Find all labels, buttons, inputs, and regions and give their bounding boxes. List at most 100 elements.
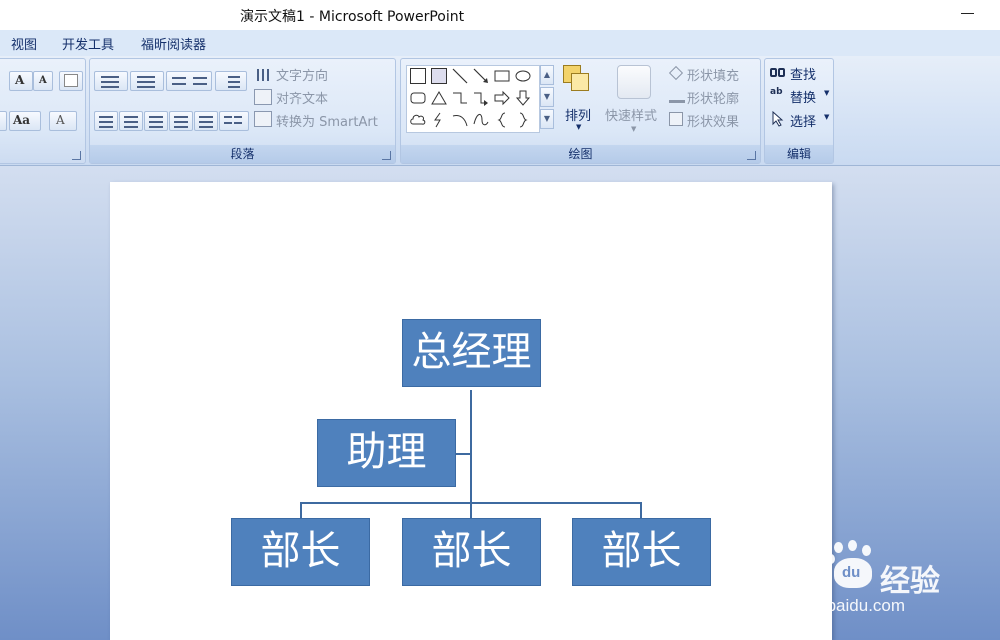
minimize-button[interactable]: [958, 4, 978, 24]
down-arrow-icon[interactable]: [515, 90, 531, 106]
gallery-scroll-down[interactable]: ▼: [540, 87, 554, 107]
tab-developer[interactable]: 开发工具: [62, 34, 114, 53]
clear-format-button[interactable]: [59, 71, 83, 91]
eraser-icon: [64, 74, 78, 87]
text-direction-icon: [254, 67, 274, 83]
org-connector-horizontal: [300, 502, 642, 504]
tab-foxit-reader[interactable]: 福昕阅读器: [141, 34, 206, 53]
ribbon: A A Aa A 文字方向 对齐文本 转换为 SmartArt 段落 ▲ ▼ ▼…: [0, 56, 1000, 166]
org-box-general-manager[interactable]: 总经理: [402, 319, 541, 387]
right-brace-icon[interactable]: [515, 112, 531, 128]
elbow-connector-icon[interactable]: [452, 90, 468, 106]
triangle-icon[interactable]: [431, 90, 447, 106]
paw-icon: du: [826, 540, 878, 592]
grow-font-label: A: [15, 73, 25, 87]
convert-smartart-button[interactable]: 转换为 SmartArt: [276, 111, 378, 130]
paragraph-dialog-launcher[interactable]: [382, 151, 391, 160]
arrange-dropdown-arrow: ▼: [576, 123, 582, 131]
watermark-brand-du: du: [842, 564, 861, 581]
align-text-icon: [254, 89, 272, 105]
org-connector-drop-left: [300, 502, 302, 518]
quick-styles-icon: [617, 65, 651, 99]
shape-effects-icon: [669, 112, 683, 126]
change-case-button[interactable]: Aa: [9, 111, 41, 131]
gallery-more[interactable]: ▼: [540, 109, 554, 129]
watermark-brand-latin: Bai: [764, 556, 817, 594]
slide-canvas[interactable]: 总经理 助理 部长 部长 部长: [110, 182, 832, 640]
org-connector-drop-right: [640, 502, 642, 518]
drawing-dialog-launcher[interactable]: [747, 151, 756, 160]
line-icon[interactable]: [452, 68, 468, 84]
columns-button[interactable]: [219, 111, 249, 131]
paint-bucket-icon: [668, 65, 685, 81]
org-box-manager[interactable]: 部长: [572, 518, 711, 586]
left-brace-icon[interactable]: [494, 112, 510, 128]
curve-icon[interactable]: [473, 112, 489, 128]
cursor-icon: [772, 111, 784, 127]
arc-icon[interactable]: [452, 112, 468, 128]
shrink-font-button[interactable]: A: [33, 71, 53, 91]
justify-button[interactable]: [169, 111, 193, 131]
org-box-manager[interactable]: 部长: [231, 518, 370, 586]
shape-effects-button[interactable]: 形状效果: [687, 111, 739, 130]
align-center-button[interactable]: [119, 111, 143, 131]
font-dialog-launcher[interactable]: [72, 151, 81, 160]
font-group: A A Aa A: [0, 58, 86, 164]
rectangle-icon[interactable]: [494, 68, 510, 84]
quick-styles-label: 快速样式: [605, 109, 658, 124]
align-left-button[interactable]: [94, 111, 118, 131]
arrange-label: 排列: [565, 109, 592, 124]
elbow-arrow-connector-icon[interactable]: [473, 90, 489, 106]
org-box-assistant[interactable]: 助理: [317, 419, 456, 487]
bullets-button[interactable]: [94, 71, 128, 91]
shrink-font-label: A: [39, 75, 47, 86]
font-color-label: A: [56, 113, 65, 127]
oval-icon[interactable]: [515, 68, 531, 84]
smartart-icon: [254, 111, 272, 127]
find-button[interactable]: 查找: [790, 64, 816, 83]
change-case-label: Aa: [13, 113, 31, 127]
arrow-line-icon[interactable]: [473, 68, 489, 84]
align-text-button[interactable]: 对齐文本: [276, 88, 328, 107]
line-spacing-button[interactable]: [215, 71, 247, 91]
shape-outline-button[interactable]: 形状轮廓: [687, 88, 739, 107]
rounded-rectangle-icon[interactable]: [410, 90, 426, 106]
cloud-callout-icon[interactable]: [410, 112, 426, 128]
grow-font-button[interactable]: A: [9, 71, 33, 91]
quick-styles-button[interactable]: 快速样式 ▼: [603, 63, 665, 137]
shapes-gallery: [406, 65, 540, 133]
watermark-brand-cn: 经验: [880, 564, 940, 599]
lightning-icon[interactable]: [431, 112, 447, 128]
editing-group-label: 编辑: [765, 145, 833, 163]
title-bar: 演示文稿1 - Microsoft PowerPoint: [0, 0, 1000, 30]
text-direction-button[interactable]: 文字方向: [276, 65, 328, 84]
font-color-button[interactable]: A: [49, 111, 77, 131]
select-button[interactable]: 选择: [790, 111, 816, 130]
drawing-group: ▲ ▼ ▼ 排列 ▼ 快速样式 ▼ 形状填充 形状轮廓 形状效果 绘图: [400, 58, 761, 164]
text-box-icon[interactable]: [410, 68, 426, 84]
indent-buttons[interactable]: [166, 71, 212, 91]
drawing-group-label: 绘图: [401, 145, 760, 163]
ribbon-tabs: 视图 开发工具 福昕阅读器: [0, 30, 1000, 56]
right-arrow-icon[interactable]: [494, 90, 510, 106]
editing-group: 查找 ab 替换 ▼ 选择 ▼ 编辑: [764, 58, 834, 164]
binoculars-icon: [770, 65, 786, 79]
org-connector-assistant: [456, 453, 472, 455]
align-right-button[interactable]: [144, 111, 168, 131]
gallery-scroll-up[interactable]: ▲: [540, 65, 554, 85]
arrange-button[interactable]: 排列 ▼: [559, 63, 599, 137]
numbering-button[interactable]: [130, 71, 164, 91]
shape-fill-button[interactable]: 形状填充: [687, 65, 739, 84]
distribute-button[interactable]: [194, 111, 218, 131]
vertical-text-box-icon[interactable]: [431, 68, 447, 84]
org-box-manager[interactable]: 部长: [402, 518, 541, 586]
pen-icon: [669, 89, 685, 103]
window-title: 演示文稿1 - Microsoft PowerPoint: [240, 9, 465, 25]
replace-button[interactable]: 替换: [790, 87, 816, 106]
tab-view[interactable]: 视图: [11, 34, 37, 53]
paragraph-group-label: 段落: [90, 145, 395, 163]
watermark-url: jingyan.baidu.com: [768, 596, 906, 615]
replace-icon: ab: [770, 87, 783, 97]
paragraph-group: 文字方向 对齐文本 转换为 SmartArt 段落: [89, 58, 396, 164]
strikethrough-button[interactable]: [0, 111, 7, 131]
